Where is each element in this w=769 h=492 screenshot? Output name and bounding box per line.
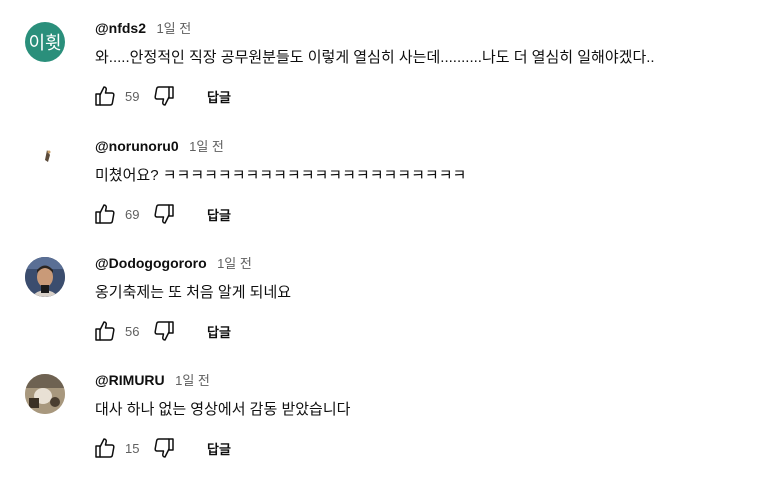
avatar[interactable] — [25, 140, 65, 180]
avatar[interactable] — [25, 257, 65, 297]
comment-text: 대사 하나 없는 영상에서 감동 받았습니다 — [95, 401, 351, 418]
like-count: 56 — [125, 323, 140, 339]
reply-button[interactable]: 답글 — [207, 439, 231, 458]
comment-item: @RIMURU 1일 전 대사 하나 없는 영상에서 감동 받았습니다 15 답… — [0, 372, 769, 492]
avatar-image — [25, 257, 65, 297]
comment-author[interactable]: @norunoru0 — [95, 138, 179, 154]
like-button[interactable] — [92, 318, 118, 344]
comment-header: @Dodogogororo 1일 전 — [95, 253, 252, 273]
thumbs-down-icon — [154, 321, 174, 341]
dislike-button[interactable] — [151, 201, 177, 227]
avatar-image — [45, 150, 51, 162]
avatar-image — [25, 374, 65, 414]
thumbs-down-icon — [154, 86, 174, 106]
dislike-button[interactable] — [151, 83, 177, 109]
comment-actions: 15 답글 — [92, 435, 231, 461]
like-button[interactable] — [92, 435, 118, 461]
comment-item: @norunoru0 1일 전 미쳤어요? ㅋㅋㅋㅋㅋㅋㅋㅋㅋㅋㅋㅋㅋㅋㅋㅋㅋㅋ… — [0, 138, 769, 258]
dislike-button[interactable] — [151, 435, 177, 461]
comment-time[interactable]: 1일 전 — [175, 373, 210, 388]
thumbs-up-icon — [95, 438, 115, 458]
comment-author[interactable]: @Dodogogororo — [95, 255, 207, 271]
reply-button[interactable]: 답글 — [207, 205, 231, 224]
thumbs-up-icon — [95, 86, 115, 106]
like-count: 15 — [125, 440, 140, 456]
comment-time[interactable]: 1일 전 — [217, 256, 252, 271]
avatar[interactable] — [25, 374, 65, 414]
avatar[interactable]: 이휫 — [25, 22, 65, 62]
comment-actions: 59 답글 — [92, 83, 231, 109]
comment-text: 와.....안정적인 직장 공무원분들도 이렇게 열심히 사는데........… — [95, 49, 655, 66]
like-button[interactable] — [92, 201, 118, 227]
like-button[interactable] — [92, 83, 118, 109]
dislike-button[interactable] — [151, 318, 177, 344]
comment-time[interactable]: 1일 전 — [156, 21, 191, 36]
thumbs-up-icon — [95, 321, 115, 341]
comment-text: 옹기축제는 또 처음 알게 되네요 — [95, 284, 292, 301]
comment-author[interactable]: @RIMURU — [95, 372, 165, 388]
reply-button[interactable]: 답글 — [207, 87, 231, 106]
thumbs-down-icon — [154, 204, 174, 224]
comment-header: @nfds2 1일 전 — [95, 18, 191, 38]
comment-time[interactable]: 1일 전 — [189, 139, 224, 154]
like-count: 59 — [125, 88, 140, 104]
comment-actions: 56 답글 — [92, 318, 231, 344]
reply-button[interactable]: 답글 — [207, 322, 231, 341]
comment-item: @Dodogogororo 1일 전 옹기축제는 또 처음 알게 되네요 56 … — [0, 255, 769, 375]
thumbs-down-icon — [154, 438, 174, 458]
comment-item: 이휫 @nfds2 1일 전 와.....안정적인 직장 공무원분들도 이렇게 … — [0, 20, 769, 140]
thumbs-up-icon — [95, 204, 115, 224]
comment-author[interactable]: @nfds2 — [95, 20, 146, 36]
comment-header: @norunoru0 1일 전 — [95, 136, 224, 156]
comment-header: @RIMURU 1일 전 — [95, 370, 210, 390]
comment-text: 미쳤어요? ㅋㅋㅋㅋㅋㅋㅋㅋㅋㅋㅋㅋㅋㅋㅋㅋㅋㅋㅋㅋㅋㅋ — [95, 167, 467, 184]
like-count: 69 — [125, 206, 140, 222]
comment-actions: 69 답글 — [92, 201, 231, 227]
